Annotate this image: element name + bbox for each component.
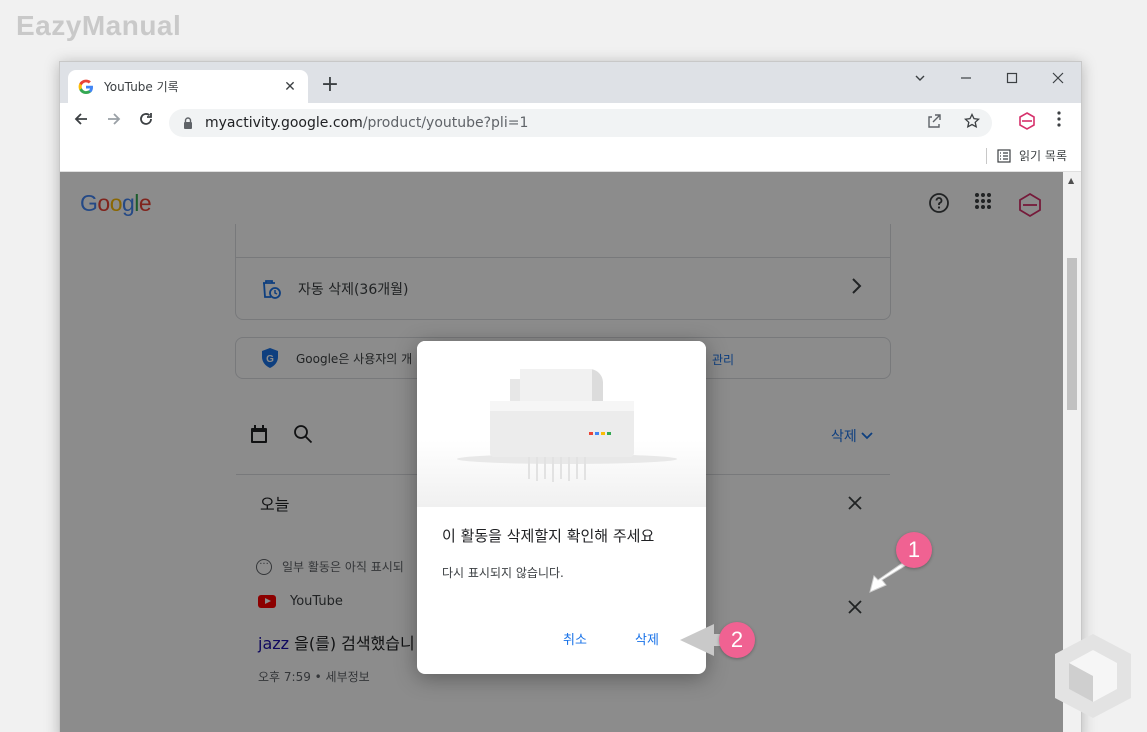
menu-kebab-icon[interactable]: [1048, 111, 1070, 133]
tab-close-icon[interactable]: ✕: [282, 79, 298, 95]
new-tab-button[interactable]: +: [318, 74, 342, 98]
back-arrow-icon[interactable]: [70, 111, 92, 133]
dialog-body: 다시 표시되지 않습니다.: [442, 566, 564, 580]
address-url: myactivity.google.com/product/youtube?pl…: [205, 115, 529, 131]
callout-badge-1: 1: [896, 532, 932, 568]
bookmark-star-icon[interactable]: [962, 112, 982, 133]
maximize-icon[interactable]: [999, 67, 1025, 93]
reading-list-label: 읽기 목록: [1019, 149, 1067, 163]
tab-search-chevron-icon[interactable]: [907, 67, 933, 93]
annotation-arrow-2-icon: [680, 624, 722, 656]
lock-icon: [184, 117, 192, 129]
close-window-icon[interactable]: [1045, 67, 1071, 93]
reload-icon[interactable]: [135, 111, 157, 133]
cancel-button[interactable]: 취소: [563, 629, 587, 648]
forward-arrow-icon[interactable]: [103, 111, 125, 133]
tab-strip: YouTube 기록 ✕ +: [60, 62, 1081, 103]
confirm-delete-button[interactable]: 삭제: [635, 629, 659, 648]
delete-confirm-dialog: 이 활동을 삭제할지 확인해 주세요 다시 표시되지 않습니다. 취소 삭제: [417, 341, 706, 674]
site-watermark: EazyManual: [16, 10, 182, 41]
google-favicon-icon: [78, 79, 93, 94]
tab-title: YouTube 기록: [104, 80, 179, 94]
dialog-title: 이 활동을 삭제할지 확인해 주세요: [442, 527, 655, 545]
tab-youtube-history[interactable]: YouTube 기록 ✕: [68, 70, 308, 103]
scrollbar-thumb[interactable]: [1067, 258, 1077, 410]
bookmark-bar: 읽기 목록: [60, 141, 1081, 172]
reading-list-icon: [997, 148, 1011, 163]
scroll-up-arrow-icon[interactable]: ▲: [1068, 176, 1074, 185]
callout-badge-2: 2: [719, 622, 755, 658]
share-icon[interactable]: [924, 113, 944, 133]
watermark-cube-logo: [1055, 634, 1131, 718]
browser-toolbar: myactivity.google.com/product/youtube?pl…: [60, 103, 1081, 141]
minimize-icon[interactable]: [953, 67, 979, 93]
shredder-illustration: [417, 341, 706, 507]
reading-list-button[interactable]: 읽기 목록: [986, 147, 1067, 164]
profile-avatar-icon[interactable]: [1016, 111, 1038, 133]
address-bar[interactable]: myactivity.google.com/product/youtube?pl…: [169, 109, 992, 137]
